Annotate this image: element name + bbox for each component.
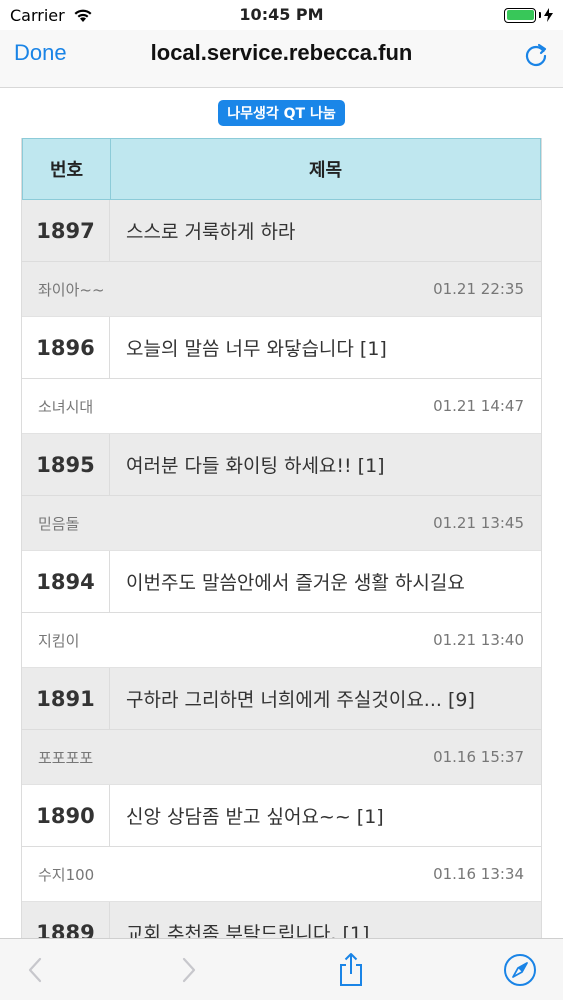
open-in-safari-button[interactable] (503, 953, 537, 987)
post-author: 수지100 (38, 865, 95, 884)
post-number: 1889 (22, 902, 110, 938)
battery-icon (504, 7, 536, 23)
post-meta: 수지100 01.16 13:34 (22, 847, 541, 902)
status-left: Carrier (10, 6, 93, 25)
post-meta: 믿음돌 01.21 13:45 (22, 496, 541, 551)
board-header: 번호 제목 (22, 138, 541, 200)
post-date: 01.21 13:40 (433, 631, 524, 649)
web-content[interactable]: 나무생각 QT 나눔 번호 제목 1897 스스로 거룩하게 하라 좌이아~~ … (0, 88, 563, 938)
bottom-toolbar (0, 938, 563, 1000)
board-table: 번호 제목 1897 스스로 거룩하게 하라 좌이아~~ 01.21 22:35… (21, 138, 542, 938)
chevron-left-icon (28, 957, 42, 983)
chevron-right-icon (182, 957, 196, 983)
post-date: 01.21 13:45 (433, 514, 524, 532)
post-title-link[interactable]: 구하라 그리하면 너희에게 주실것이요... [9] (110, 668, 541, 729)
table-row[interactable]: 1891 구하라 그리하면 너희에게 주실것이요... [9] (22, 668, 541, 730)
share-button[interactable] (334, 953, 368, 987)
post-author: 소녀시대 (38, 397, 94, 416)
post-author: 좌이아~~ (38, 280, 105, 299)
table-row[interactable]: 1895 여러분 다들 화이팅 하세요!! [1] (22, 434, 541, 496)
charging-icon (544, 8, 553, 22)
table-row[interactable]: 1889 교회 추천좀 부탁드립니다. [1] (22, 902, 541, 938)
post-number: 1890 (22, 785, 110, 846)
post-number: 1896 (22, 317, 110, 378)
back-button[interactable] (18, 953, 52, 987)
table-row[interactable]: 1890 신앙 상담좀 받고 싶어요~~ [1] (22, 785, 541, 847)
post-number: 1897 (22, 200, 110, 261)
done-button[interactable]: Done (14, 40, 67, 66)
table-row[interactable]: 1896 오늘의 말씀 너무 와닿습니다 [1] (22, 317, 541, 379)
reload-icon[interactable] (521, 40, 551, 70)
post-title-link[interactable]: 여러분 다들 화이팅 하세요!! [1] (110, 434, 541, 495)
post-meta: 지킴이 01.21 13:40 (22, 613, 541, 668)
post-meta: 좌이아~~ 01.21 22:35 (22, 262, 541, 317)
page-title: local.service.rebecca.fun (150, 40, 413, 65)
post-date: 01.16 15:37 (433, 748, 524, 766)
post-date: 01.21 22:35 (433, 280, 524, 298)
column-header-title: 제목 (308, 160, 343, 181)
carrier-label: Carrier (10, 5, 65, 25)
column-header-number: 번호 (23, 139, 111, 199)
post-date: 01.21 14:47 (433, 397, 524, 415)
status-bar: Carrier (0, 0, 563, 30)
post-title-link[interactable]: 스스로 거룩하게 하라 (110, 200, 541, 261)
post-title-link[interactable]: 신앙 상담좀 받고 싶어요~~ [1] (110, 785, 541, 846)
post-author: 믿음돌 (38, 514, 80, 533)
battery-indicator (504, 7, 553, 23)
category-badge[interactable]: 나무생각 QT 나눔 (218, 100, 345, 126)
post-title-link[interactable]: 이번주도 말씀안에서 즐거운 생활 하시길요 (110, 551, 541, 612)
post-title-link[interactable]: 오늘의 말씀 너무 와닿습니다 [1] (110, 317, 541, 378)
wifi-icon (74, 9, 92, 22)
post-title-link[interactable]: 교회 추천좀 부탁드립니다. [1] (110, 902, 541, 938)
navigation-bar: Done local.service.rebecca.fun (0, 30, 563, 88)
compass-icon (504, 954, 536, 986)
post-meta: 소녀시대 01.21 14:47 (22, 379, 541, 434)
post-number: 1894 (22, 551, 110, 612)
table-row[interactable]: 1894 이번주도 말씀안에서 즐거운 생활 하시길요 (22, 551, 541, 613)
post-number: 1891 (22, 668, 110, 729)
post-number: 1895 (22, 434, 110, 495)
post-meta: 포포포포 01.16 15:37 (22, 730, 541, 785)
share-icon (340, 953, 362, 986)
forward-button[interactable] (172, 953, 206, 987)
table-row[interactable]: 1897 스스로 거룩하게 하라 (22, 200, 541, 262)
post-author: 지킴이 (38, 631, 80, 650)
category-wrap: 나무생각 QT 나눔 (0, 88, 563, 138)
post-author: 포포포포 (38, 748, 94, 767)
post-date: 01.16 13:34 (433, 865, 524, 883)
